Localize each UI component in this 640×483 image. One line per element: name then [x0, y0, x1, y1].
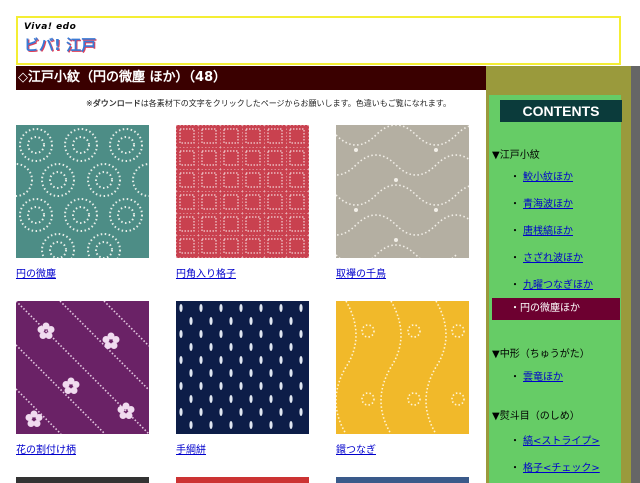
- pattern-thumbnail[interactable]: [16, 301, 149, 434]
- contents-heading: CONTENTS: [500, 100, 622, 122]
- sidebar-item[interactable]: ・唐桟縞ほか: [510, 222, 573, 237]
- sidebar-link[interactable]: 鮫小紋ほか: [523, 172, 573, 183]
- sidebar-item[interactable]: ・九曜つなぎほか: [510, 276, 593, 291]
- site-logo[interactable]: Viva! edo ビバ! 江戸: [24, 22, 104, 58]
- bullet: ・: [510, 226, 520, 237]
- pattern-thumbnail-partial[interactable]: [176, 477, 309, 483]
- bullet: ・: [510, 253, 520, 264]
- sidebar-link[interactable]: 九曜つなぎほか: [523, 280, 593, 291]
- sidebar-item[interactable]: ・雲竜ほか: [510, 368, 563, 383]
- sidebar-link[interactable]: さざれ波ほか: [523, 253, 583, 264]
- sidebar-link[interactable]: 縞<ストライプ>: [523, 436, 600, 447]
- sidebar-item[interactable]: ・格子<チェック>: [510, 459, 600, 474]
- pattern-thumbnail[interactable]: [336, 125, 469, 258]
- logo-tagline: Viva! edo: [24, 22, 77, 32]
- sidebar-item[interactable]: ・縞<ストライプ>: [510, 432, 600, 447]
- bullet: ・: [510, 280, 520, 291]
- pattern-link-3[interactable]: 取襷の千鳥: [336, 265, 386, 280]
- bullet: ・: [510, 436, 520, 447]
- pattern-thumbnail[interactable]: [176, 125, 309, 258]
- sidebar-item[interactable]: ・さざれ波ほか: [510, 249, 583, 264]
- site-header: Viva! edo ビバ! 江戸: [16, 16, 621, 65]
- logo-title: ビバ! 江戸: [24, 36, 97, 54]
- pattern-link-6[interactable]: 鐶つなぎ: [336, 441, 376, 456]
- pattern-thumbnail-partial[interactable]: [16, 477, 149, 483]
- pattern-thumbnail[interactable]: [176, 301, 309, 434]
- sidebar-active-label: ・円の微塵ほか: [510, 303, 580, 314]
- notice-prefix: ※: [86, 99, 93, 108]
- bullet: ・: [510, 463, 520, 474]
- download-notice: ※ダウンロードは各素材下の文字をクリックしたページからお願いします。色違いもご覧…: [86, 98, 451, 109]
- notice-bold: ダウンロード: [92, 99, 141, 108]
- sidebar-item-active[interactable]: ・円の微塵ほか: [492, 298, 620, 320]
- pattern-thumbnail-partial[interactable]: [336, 477, 469, 483]
- bullet: ・: [510, 199, 520, 210]
- pattern-thumbnail[interactable]: [16, 125, 149, 258]
- pattern-thumbnail[interactable]: [336, 301, 469, 434]
- pattern-link-4[interactable]: 花の割付け柄: [16, 441, 76, 456]
- sidebar-link[interactable]: 唐桟縞ほか: [523, 226, 573, 237]
- sidebar-item[interactable]: ・青海波ほか: [510, 195, 573, 210]
- pattern-link-2[interactable]: 円角入り格子: [176, 265, 236, 280]
- sidebar-link[interactable]: 格子<チェック>: [523, 463, 600, 474]
- sidebar-section-chugata: ▼中形（ちゅうがた）: [492, 349, 590, 360]
- sidebar-section-edo-komon: ▼江戸小紋: [492, 150, 540, 161]
- page-title: ◇江戸小紋（円の微塵 ほか）（48）: [16, 66, 488, 90]
- sidebar-link[interactable]: 青海波ほか: [523, 199, 573, 210]
- bullet: ・: [510, 172, 520, 183]
- sidebar-item[interactable]: ・鮫小紋ほか: [510, 168, 573, 183]
- pattern-link-5[interactable]: 手綱絣: [176, 441, 206, 456]
- bullet: ・: [510, 372, 520, 383]
- notice-text: は各素材下の文字をクリックしたページからお願いします。色違いもご覧になれます。: [140, 99, 451, 108]
- pattern-link-1[interactable]: 円の微塵: [16, 265, 56, 280]
- sidebar-link[interactable]: 雲竜ほか: [523, 372, 563, 383]
- sidebar-section-noshime: ▼熨斗目（のしめ）: [492, 411, 580, 422]
